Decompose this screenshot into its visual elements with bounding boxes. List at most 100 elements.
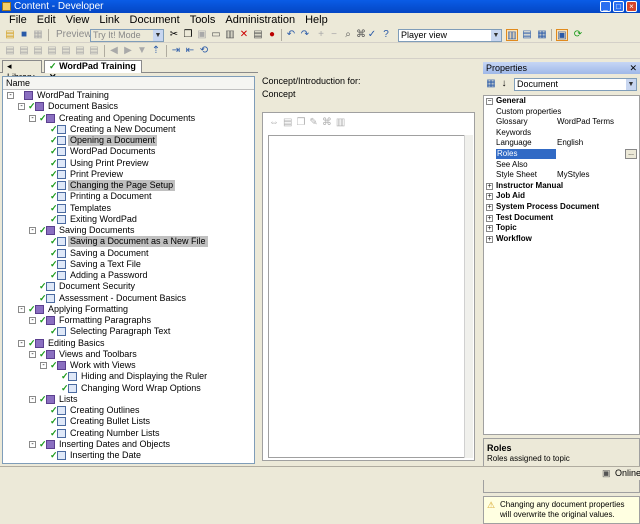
tree-item[interactable]: ✓ Creating a New Document [3, 124, 254, 135]
tree-item[interactable]: ✓ Using Print Preview [3, 158, 254, 169]
save-all-icon[interactable]: ▦ [32, 29, 44, 41]
tree-item[interactable]: ✓ Creating Number Lists [3, 428, 254, 439]
tree-item[interactable]: ✓ Changing the Page Setup [3, 180, 254, 191]
property-category[interactable]: + Test Document [484, 213, 639, 224]
menu-edit[interactable]: Edit [32, 13, 61, 27]
move-right-icon[interactable]: ▶ [122, 45, 134, 57]
menu-file[interactable]: File [4, 13, 32, 27]
expand-icon[interactable]: + [486, 203, 493, 211]
property-row[interactable]: See Also [484, 160, 639, 171]
menu-help[interactable]: Help [300, 13, 333, 27]
tree-item[interactable]: ✓ Templates [3, 203, 254, 214]
sort-az-icon[interactable]: ↓ [498, 78, 510, 90]
tree-item[interactable]: ✓ Changing Word Wrap Options [3, 383, 254, 394]
tree-item[interactable]: - ✓ Formatting Paragraphs [3, 315, 254, 326]
redo-icon[interactable]: ↷ [299, 29, 311, 41]
package-icon[interactable]: ⌘ [322, 117, 332, 129]
properties-pane-icon[interactable]: ▣ [556, 29, 568, 41]
document-icon[interactable]: ▤ [283, 117, 292, 129]
tree-item[interactable]: ✓ Hiding and Displaying the Ruler [3, 371, 254, 382]
concept-scrollbar[interactable] [464, 135, 473, 458]
find-icon[interactable]: ⌕ [342, 29, 354, 41]
save-icon[interactable]: ■ [18, 29, 30, 41]
concept-content-area[interactable] [268, 135, 465, 458]
tree-item[interactable]: ✓ Printing a Document [3, 191, 254, 202]
tree-item[interactable]: - ✓ Views and Toolbars [3, 349, 254, 360]
collapse-toggle-icon[interactable]: - [7, 92, 14, 99]
tree-item[interactable]: ✓ Selecting Paragraph Text [3, 326, 254, 337]
tree-item[interactable]: - ✓ Editing Basics [3, 338, 254, 349]
view-combo[interactable]: Player view ▼ [398, 29, 502, 42]
collapse-icon[interactable]: − [486, 98, 493, 105]
clipboard-icon[interactable]: ▭ [210, 29, 222, 41]
property-row[interactable]: Keywords [484, 128, 639, 139]
collapse-toggle-icon[interactable]: - [29, 114, 36, 122]
new-link-icon[interactable]: ▤ [88, 45, 100, 57]
property-value[interactable]: English [557, 138, 583, 148]
copy-icon[interactable]: ❐ [296, 117, 305, 129]
tree-item[interactable]: - WordPad Training [3, 90, 254, 101]
refresh-icon[interactable]: ⟳ [572, 29, 584, 41]
new-doc-icon[interactable]: ▤ [46, 45, 58, 57]
properties-icon[interactable]: ▤ [252, 29, 264, 41]
new-section-icon[interactable]: ▤ [18, 45, 30, 57]
tree-item[interactable]: ✓ Saving a Document [3, 248, 254, 259]
tree-item[interactable]: - ✓ Work with Views [3, 360, 254, 371]
expand-icon[interactable]: + [486, 235, 493, 243]
maximize-button[interactable]: □ [613, 1, 624, 12]
remove-icon[interactable]: − [328, 29, 340, 41]
menu-document[interactable]: Document [125, 13, 185, 27]
menu-tools[interactable]: Tools [185, 13, 221, 27]
help-icon[interactable]: ? [380, 29, 392, 41]
new-web-page-icon[interactable]: ▤ [74, 45, 86, 57]
tree-item[interactable]: ✓ Inserting the Date [3, 450, 254, 461]
tree-item[interactable]: - ✓ Inserting Dates and Objects [3, 439, 254, 450]
object-type-combo[interactable]: Document ▼ [514, 78, 637, 91]
indent-icon[interactable]: ⇥ [170, 45, 182, 57]
tree-item[interactable]: ✓ Saving a Text File [3, 259, 254, 270]
collapse-toggle-icon[interactable]: - [18, 305, 25, 313]
close-icon[interactable]: ✕ [629, 62, 637, 74]
check-icon[interactable]: ✓ [366, 29, 378, 41]
property-category[interactable]: + Instructor Manual [484, 181, 639, 192]
tree-item[interactable]: ✓ Assessment - Document Basics [3, 293, 254, 304]
layout-2-icon[interactable]: ▤ [521, 29, 533, 41]
mode-combo[interactable]: Try It! Mode ▼ [90, 29, 164, 42]
new-package-icon[interactable]: ▤ [60, 45, 72, 57]
property-value[interactable]: WordPad Terms [557, 117, 614, 127]
minimize-button[interactable]: _ [600, 1, 611, 12]
paste-icon[interactable]: ▣ [196, 29, 208, 41]
tree-item[interactable]: ✓ Adding a Password [3, 270, 254, 281]
copy-icon[interactable]: ❐ [182, 29, 194, 41]
collapse-toggle-icon[interactable]: - [29, 317, 36, 324]
menu-administration[interactable]: Administration [220, 13, 300, 27]
property-category[interactable]: + System Process Document [484, 202, 639, 213]
expand-icon[interactable]: + [486, 193, 493, 201]
open-icon[interactable]: ▤ [4, 29, 16, 41]
property-category[interactable]: − General [484, 96, 639, 107]
property-row[interactable]: Custom properties [484, 107, 639, 118]
tree-item[interactable]: - ✓ Applying Formatting [3, 304, 254, 315]
tree-item[interactable]: ✓ Creating Bullet Lists [3, 416, 254, 427]
collapse-toggle-icon[interactable]: - [18, 103, 25, 111]
collapse-toggle-icon[interactable]: - [29, 227, 36, 234]
property-category[interactable]: + Topic [484, 223, 639, 234]
expand-icon[interactable]: + [486, 225, 493, 233]
property-category[interactable]: + Job Aid [484, 191, 639, 202]
tree-item[interactable]: ✓ Saving a Document as a New File [3, 236, 254, 248]
tree-item[interactable]: ✓ Creating Outlines [3, 405, 254, 416]
categorized-icon[interactable]: ▦ [485, 78, 497, 90]
add-icon[interactable]: + [315, 29, 327, 41]
property-category[interactable]: + Workflow [484, 234, 639, 245]
close-button[interactable]: × [626, 1, 637, 12]
tree-item[interactable]: - ✓ Creating and Opening Documents [3, 113, 254, 124]
menu-link[interactable]: Link [94, 13, 124, 27]
ellipsis-button[interactable]: ... [625, 148, 637, 159]
link-icon[interactable]: ⟲ [198, 45, 210, 57]
menu-view[interactable]: View [61, 13, 95, 27]
property-row[interactable]: Glossary WordPad Terms [484, 117, 639, 128]
tree-item[interactable]: ✓ WordPad Documents [3, 146, 254, 157]
stop-icon[interactable]: ● [266, 29, 278, 41]
collapse-toggle-icon[interactable]: - [29, 440, 36, 448]
move-left-icon[interactable]: ◀ [108, 45, 120, 57]
